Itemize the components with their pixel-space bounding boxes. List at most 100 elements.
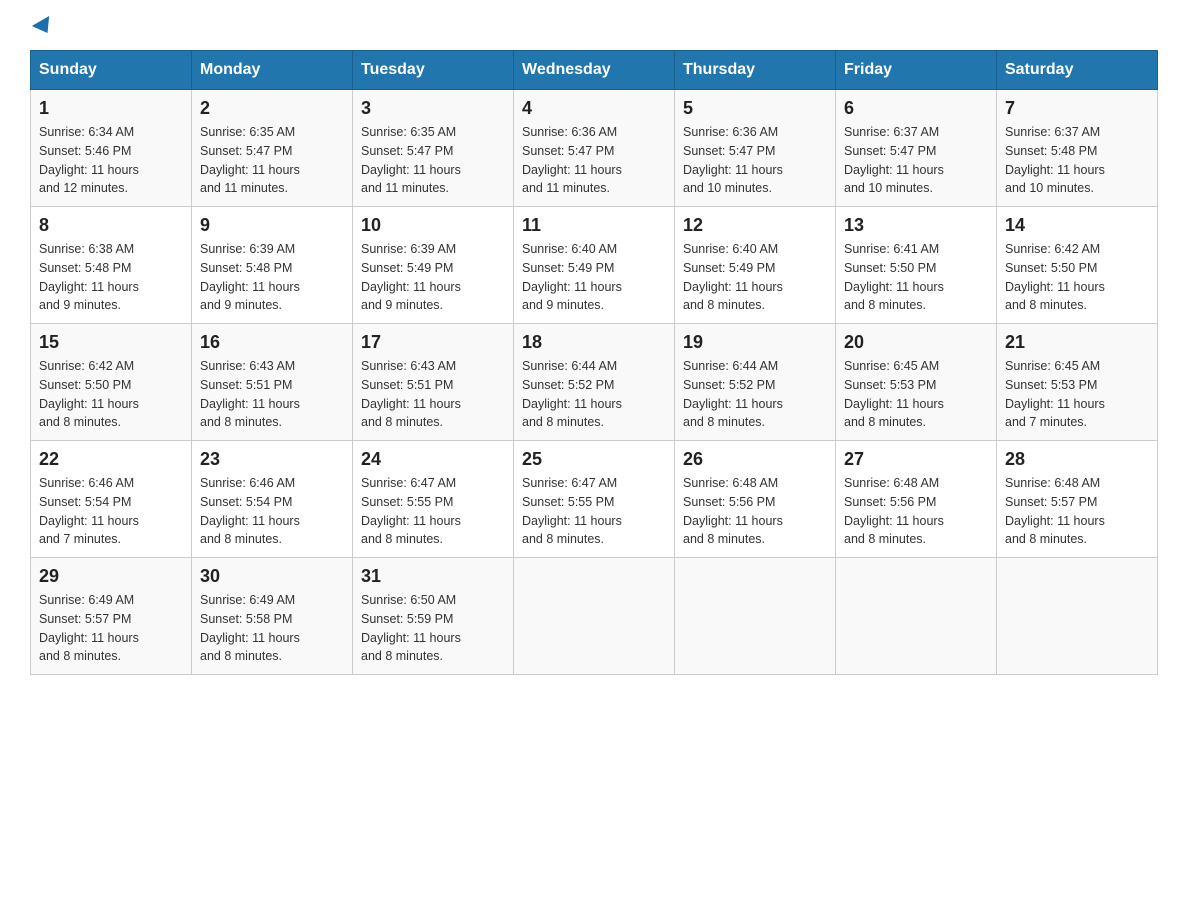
day-number: 20 xyxy=(844,332,988,353)
day-info: Sunrise: 6:45 AM Sunset: 5:53 PM Dayligh… xyxy=(1005,357,1149,432)
calendar-week-1: 1 Sunrise: 6:34 AM Sunset: 5:46 PM Dayli… xyxy=(31,90,1158,207)
day-number: 19 xyxy=(683,332,827,353)
calendar-cell: 23 Sunrise: 6:46 AM Sunset: 5:54 PM Dayl… xyxy=(192,441,353,558)
calendar-cell: 13 Sunrise: 6:41 AM Sunset: 5:50 PM Dayl… xyxy=(836,207,997,324)
day-number: 7 xyxy=(1005,98,1149,119)
day-number: 12 xyxy=(683,215,827,236)
calendar-cell xyxy=(514,558,675,675)
day-header-saturday: Saturday xyxy=(997,51,1158,90)
day-info: Sunrise: 6:42 AM Sunset: 5:50 PM Dayligh… xyxy=(39,357,183,432)
day-info: Sunrise: 6:37 AM Sunset: 5:47 PM Dayligh… xyxy=(844,123,988,198)
day-info: Sunrise: 6:44 AM Sunset: 5:52 PM Dayligh… xyxy=(522,357,666,432)
day-info: Sunrise: 6:47 AM Sunset: 5:55 PM Dayligh… xyxy=(361,474,505,549)
day-info: Sunrise: 6:42 AM Sunset: 5:50 PM Dayligh… xyxy=(1005,240,1149,315)
day-header-thursday: Thursday xyxy=(675,51,836,90)
day-info: Sunrise: 6:35 AM Sunset: 5:47 PM Dayligh… xyxy=(361,123,505,198)
day-header-row: SundayMondayTuesdayWednesdayThursdayFrid… xyxy=(31,51,1158,90)
calendar-cell: 18 Sunrise: 6:44 AM Sunset: 5:52 PM Dayl… xyxy=(514,324,675,441)
day-number: 18 xyxy=(522,332,666,353)
day-number: 8 xyxy=(39,215,183,236)
calendar-cell: 17 Sunrise: 6:43 AM Sunset: 5:51 PM Dayl… xyxy=(353,324,514,441)
calendar-cell: 8 Sunrise: 6:38 AM Sunset: 5:48 PM Dayli… xyxy=(31,207,192,324)
day-info: Sunrise: 6:40 AM Sunset: 5:49 PM Dayligh… xyxy=(522,240,666,315)
day-info: Sunrise: 6:49 AM Sunset: 5:58 PM Dayligh… xyxy=(200,591,344,666)
day-info: Sunrise: 6:41 AM Sunset: 5:50 PM Dayligh… xyxy=(844,240,988,315)
day-header-monday: Monday xyxy=(192,51,353,90)
calendar-cell: 28 Sunrise: 6:48 AM Sunset: 5:57 PM Dayl… xyxy=(997,441,1158,558)
day-info: Sunrise: 6:44 AM Sunset: 5:52 PM Dayligh… xyxy=(683,357,827,432)
day-number: 15 xyxy=(39,332,183,353)
day-info: Sunrise: 6:39 AM Sunset: 5:49 PM Dayligh… xyxy=(361,240,505,315)
day-info: Sunrise: 6:50 AM Sunset: 5:59 PM Dayligh… xyxy=(361,591,505,666)
day-info: Sunrise: 6:46 AM Sunset: 5:54 PM Dayligh… xyxy=(39,474,183,549)
day-number: 30 xyxy=(200,566,344,587)
day-number: 10 xyxy=(361,215,505,236)
day-info: Sunrise: 6:35 AM Sunset: 5:47 PM Dayligh… xyxy=(200,123,344,198)
calendar-cell: 1 Sunrise: 6:34 AM Sunset: 5:46 PM Dayli… xyxy=(31,90,192,207)
day-number: 16 xyxy=(200,332,344,353)
day-number: 4 xyxy=(522,98,666,119)
calendar-cell: 22 Sunrise: 6:46 AM Sunset: 5:54 PM Dayl… xyxy=(31,441,192,558)
day-number: 3 xyxy=(361,98,505,119)
calendar-week-3: 15 Sunrise: 6:42 AM Sunset: 5:50 PM Dayl… xyxy=(31,324,1158,441)
day-number: 5 xyxy=(683,98,827,119)
day-info: Sunrise: 6:37 AM Sunset: 5:48 PM Dayligh… xyxy=(1005,123,1149,198)
day-number: 11 xyxy=(522,215,666,236)
day-number: 1 xyxy=(39,98,183,119)
day-info: Sunrise: 6:36 AM Sunset: 5:47 PM Dayligh… xyxy=(522,123,666,198)
day-info: Sunrise: 6:46 AM Sunset: 5:54 PM Dayligh… xyxy=(200,474,344,549)
day-number: 31 xyxy=(361,566,505,587)
calendar-cell: 10 Sunrise: 6:39 AM Sunset: 5:49 PM Dayl… xyxy=(353,207,514,324)
calendar-cell: 26 Sunrise: 6:48 AM Sunset: 5:56 PM Dayl… xyxy=(675,441,836,558)
calendar-cell: 27 Sunrise: 6:48 AM Sunset: 5:56 PM Dayl… xyxy=(836,441,997,558)
day-number: 6 xyxy=(844,98,988,119)
day-info: Sunrise: 6:38 AM Sunset: 5:48 PM Dayligh… xyxy=(39,240,183,315)
calendar-cell: 25 Sunrise: 6:47 AM Sunset: 5:55 PM Dayl… xyxy=(514,441,675,558)
day-info: Sunrise: 6:36 AM Sunset: 5:47 PM Dayligh… xyxy=(683,123,827,198)
calendar-cell: 9 Sunrise: 6:39 AM Sunset: 5:48 PM Dayli… xyxy=(192,207,353,324)
calendar-cell: 31 Sunrise: 6:50 AM Sunset: 5:59 PM Dayl… xyxy=(353,558,514,675)
day-number: 14 xyxy=(1005,215,1149,236)
day-info: Sunrise: 6:47 AM Sunset: 5:55 PM Dayligh… xyxy=(522,474,666,549)
day-info: Sunrise: 6:48 AM Sunset: 5:57 PM Dayligh… xyxy=(1005,474,1149,549)
logo xyxy=(30,20,54,34)
calendar-cell: 24 Sunrise: 6:47 AM Sunset: 5:55 PM Dayl… xyxy=(353,441,514,558)
day-info: Sunrise: 6:34 AM Sunset: 5:46 PM Dayligh… xyxy=(39,123,183,198)
calendar-cell: 20 Sunrise: 6:45 AM Sunset: 5:53 PM Dayl… xyxy=(836,324,997,441)
calendar-table: SundayMondayTuesdayWednesdayThursdayFrid… xyxy=(30,50,1158,675)
calendar-cell: 4 Sunrise: 6:36 AM Sunset: 5:47 PM Dayli… xyxy=(514,90,675,207)
day-number: 13 xyxy=(844,215,988,236)
day-info: Sunrise: 6:43 AM Sunset: 5:51 PM Dayligh… xyxy=(200,357,344,432)
calendar-cell: 2 Sunrise: 6:35 AM Sunset: 5:47 PM Dayli… xyxy=(192,90,353,207)
day-number: 28 xyxy=(1005,449,1149,470)
calendar-header: SundayMondayTuesdayWednesdayThursdayFrid… xyxy=(31,51,1158,90)
calendar-cell xyxy=(836,558,997,675)
day-info: Sunrise: 6:48 AM Sunset: 5:56 PM Dayligh… xyxy=(683,474,827,549)
day-info: Sunrise: 6:40 AM Sunset: 5:49 PM Dayligh… xyxy=(683,240,827,315)
day-info: Sunrise: 6:48 AM Sunset: 5:56 PM Dayligh… xyxy=(844,474,988,549)
calendar-cell: 7 Sunrise: 6:37 AM Sunset: 5:48 PM Dayli… xyxy=(997,90,1158,207)
page-header xyxy=(30,20,1158,34)
day-info: Sunrise: 6:39 AM Sunset: 5:48 PM Dayligh… xyxy=(200,240,344,315)
calendar-cell xyxy=(675,558,836,675)
calendar-cell: 19 Sunrise: 6:44 AM Sunset: 5:52 PM Dayl… xyxy=(675,324,836,441)
day-number: 21 xyxy=(1005,332,1149,353)
day-header-wednesday: Wednesday xyxy=(514,51,675,90)
calendar-cell: 15 Sunrise: 6:42 AM Sunset: 5:50 PM Dayl… xyxy=(31,324,192,441)
calendar-cell: 14 Sunrise: 6:42 AM Sunset: 5:50 PM Dayl… xyxy=(997,207,1158,324)
day-number: 2 xyxy=(200,98,344,119)
day-header-friday: Friday xyxy=(836,51,997,90)
day-header-sunday: Sunday xyxy=(31,51,192,90)
calendar-cell xyxy=(997,558,1158,675)
calendar-cell: 30 Sunrise: 6:49 AM Sunset: 5:58 PM Dayl… xyxy=(192,558,353,675)
calendar-cell: 16 Sunrise: 6:43 AM Sunset: 5:51 PM Dayl… xyxy=(192,324,353,441)
day-info: Sunrise: 6:49 AM Sunset: 5:57 PM Dayligh… xyxy=(39,591,183,666)
day-number: 27 xyxy=(844,449,988,470)
day-info: Sunrise: 6:43 AM Sunset: 5:51 PM Dayligh… xyxy=(361,357,505,432)
calendar-week-4: 22 Sunrise: 6:46 AM Sunset: 5:54 PM Dayl… xyxy=(31,441,1158,558)
calendar-cell: 29 Sunrise: 6:49 AM Sunset: 5:57 PM Dayl… xyxy=(31,558,192,675)
logo-triangle-icon xyxy=(32,16,56,38)
calendar-week-2: 8 Sunrise: 6:38 AM Sunset: 5:48 PM Dayli… xyxy=(31,207,1158,324)
day-number: 24 xyxy=(361,449,505,470)
day-number: 22 xyxy=(39,449,183,470)
